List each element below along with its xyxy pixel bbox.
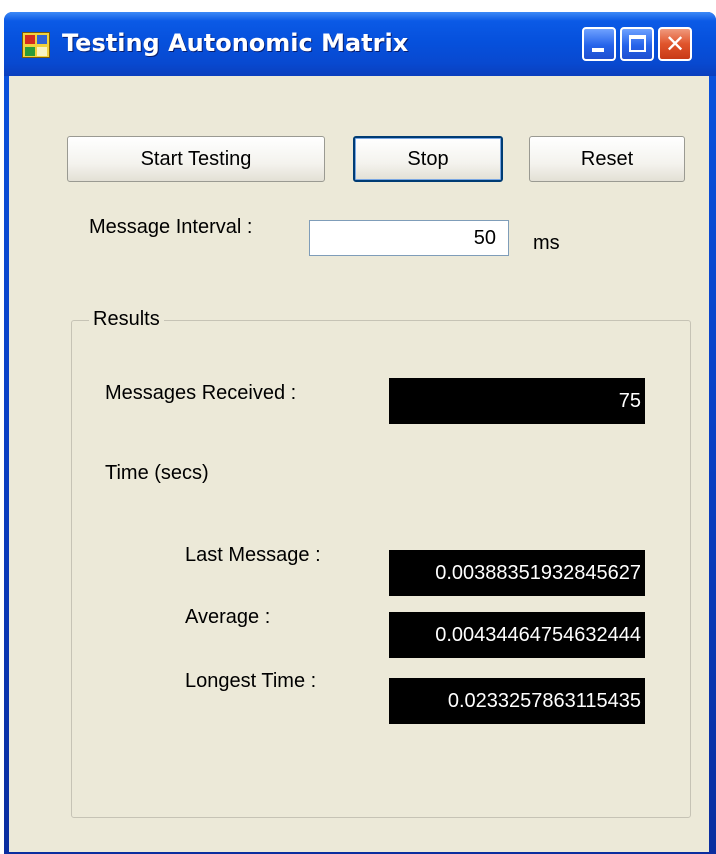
close-button[interactable]: ✕	[658, 27, 692, 61]
time-secs-label: Time (secs)	[105, 462, 209, 484]
interval-unit-label: ms	[533, 232, 560, 254]
app-icon[interactable]	[22, 32, 50, 58]
start-testing-button[interactable]: Start Testing	[67, 136, 325, 182]
minimize-button[interactable]	[582, 27, 616, 61]
close-icon: ✕	[664, 30, 686, 58]
last-message-label: Last Message :	[185, 544, 321, 566]
average-output: 0.00434464754632444	[389, 612, 645, 658]
reset-button[interactable]: Reset	[529, 136, 685, 182]
last-message-output: 0.00388351932845627	[389, 550, 645, 596]
stop-button[interactable]: Stop	[353, 136, 503, 182]
maximize-icon	[629, 35, 646, 52]
minimize-icon	[592, 48, 604, 52]
messages-received-label: Messages Received :	[105, 382, 297, 404]
longest-time-label: Longest Time :	[185, 670, 317, 692]
title-bar[interactable]: Testing Autonomic Matrix ✕	[4, 12, 716, 76]
window-title: Testing Autonomic Matrix	[62, 29, 409, 57]
client-area: Start Testing Stop Reset Message Interva…	[9, 76, 709, 852]
maximize-button[interactable]	[620, 27, 654, 61]
message-interval-label: Message Interval :	[89, 216, 253, 238]
app-window: Testing Autonomic Matrix ✕ Start Testing…	[4, 12, 716, 854]
message-interval-input[interactable]: 50	[309, 220, 509, 256]
average-label: Average :	[185, 606, 271, 628]
results-group-title: Results	[89, 308, 164, 331]
messages-received-output: 75	[389, 378, 645, 424]
longest-time-output: 0.0233257863115435	[389, 678, 645, 724]
